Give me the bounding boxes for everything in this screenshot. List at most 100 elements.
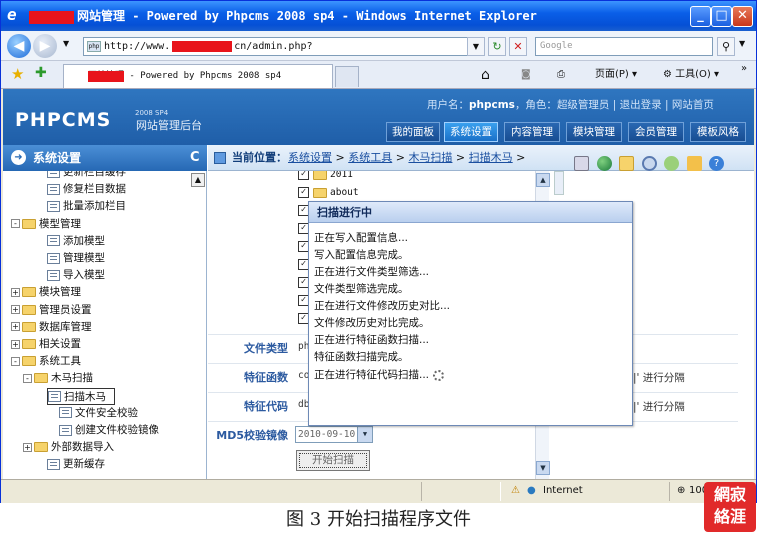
dialog-line: 正在进行文件修改历史对比... <box>314 300 451 312</box>
logout-link[interactable]: 退出登录 <box>620 99 662 111</box>
new-tab-button[interactable] <box>335 66 359 87</box>
md5-select[interactable]: 2010-09-10 ▼ <box>295 426 373 443</box>
collapse-icon[interactable]: - <box>11 356 20 366</box>
refresh-icon[interactable]: ↻ <box>488 37 506 56</box>
breadcrumb-system-tools[interactable]: 系统工具 <box>348 151 392 164</box>
feature-code-note: |' 进行分隔 <box>633 401 685 413</box>
sidebar-item[interactable]: 修复栏目数据 <box>47 181 126 198</box>
scroll-up-icon[interactable]: ▲ <box>536 173 550 187</box>
menu-system-settings[interactable]: 系统设置 <box>444 122 498 142</box>
loading-spinner-icon <box>433 369 445 381</box>
role: 超级管理员 <box>556 99 610 111</box>
search-icon[interactable]: ⚲ <box>717 37 735 56</box>
back-button[interactable]: ◀ <box>7 34 31 58</box>
collapse-icon[interactable]: - <box>23 373 32 383</box>
history-dropdown-icon[interactable]: ▼ <box>63 39 69 48</box>
sidebar-item[interactable]: + 管理员设置 <box>11 302 92 319</box>
start-scan-button[interactable]: 开始扫描 <box>296 450 370 471</box>
sidebar-item[interactable]: 文件安全校验 <box>59 405 138 422</box>
breadcrumb-system-settings[interactable]: 系统设置 <box>288 151 332 164</box>
checkbox-icon[interactable]: ✓ <box>298 187 309 198</box>
sidebar-item-label: 扫描木马 <box>64 390 106 403</box>
expand-icon[interactable]: + <box>23 442 32 452</box>
menu-templates[interactable]: 模板风格 <box>690 122 746 142</box>
checkbox-icon[interactable]: ✓ <box>298 171 309 180</box>
sidebar-item-label: 管理模型 <box>63 252 105 264</box>
md5-label: MD5校验镜像 <box>216 429 288 442</box>
tools-icon[interactable] <box>664 155 679 171</box>
sidebar-item-label: 管理员设置 <box>39 303 92 316</box>
sidebar-item[interactable]: + 相关设置 <box>11 336 81 353</box>
help-icon[interactable]: ? <box>709 155 724 171</box>
page-icon <box>47 200 60 212</box>
dialog-line: 特征函数扫描完成。 <box>314 351 409 363</box>
sidebar-item[interactable]: + 外部数据导入 <box>23 439 114 456</box>
menu-modules[interactable]: 模块管理 <box>566 122 622 142</box>
ie-window: e 网站管理 - Powered by Phpcms 2008 sp4 - Wi… <box>0 0 757 503</box>
page-menu[interactable]: 页面(P) ▾ <box>595 65 637 85</box>
menu-members[interactable]: 会员管理 <box>628 122 684 142</box>
dialog-line: 写入配置信息完成。 <box>314 249 409 261</box>
mail-icon[interactable] <box>574 155 589 171</box>
expand-icon[interactable]: + <box>11 339 20 349</box>
sidebar-item[interactable]: 批量添加栏目 <box>47 198 126 215</box>
menu-content[interactable]: 内容管理 <box>504 122 560 142</box>
notepad-icon[interactable] <box>686 155 702 171</box>
expand-icon[interactable]: + <box>11 322 20 332</box>
sidebar-item[interactable]: 更新栏目缓存 <box>47 171 126 181</box>
stop-icon[interactable]: ✕ <box>509 37 527 56</box>
maximize-button[interactable]: □ <box>711 6 732 27</box>
search-input[interactable]: Google <box>535 37 713 56</box>
breadcrumb-trojan-scan[interactable]: 木马扫描 <box>408 151 452 164</box>
address-text: http://www. <box>104 41 171 52</box>
sidebar-item[interactable]: + 模块管理 <box>11 284 81 301</box>
forward-button[interactable]: ▶ <box>33 34 57 58</box>
folder-icon <box>313 187 327 198</box>
sidebar-item[interactable]: 扫描木马 <box>47 387 115 405</box>
folder-icon[interactable] <box>619 155 634 171</box>
sidebar-item[interactable]: 更新缓存 <box>47 456 105 473</box>
sidebar-item[interactable]: - 木马扫描 <box>23 370 93 387</box>
tab-current[interactable]: 网站管理 - Powered by Phpcms 2008 sp4 <box>63 64 333 88</box>
sidebar-item[interactable]: 创建文件校验镜像 <box>59 422 159 439</box>
search-tool-icon[interactable] <box>641 155 657 171</box>
expand-icon[interactable]: + <box>11 305 20 315</box>
favorites-star-icon[interactable]: ★ <box>11 65 24 83</box>
window-icon <box>214 152 226 164</box>
phpcms-logo: PHPCMS <box>15 109 112 131</box>
close-button[interactable]: ✕ <box>732 6 753 27</box>
file-row-2011[interactable]: ✓ 2011 <box>298 171 353 184</box>
zoom-icon[interactable]: ⊕ <box>677 480 685 502</box>
feeds-icon[interactable]: ◙ <box>521 65 531 85</box>
tools-menu[interactable]: ⚙ 工具(O) ▾ <box>663 65 719 85</box>
home-icon[interactable]: ⌂ <box>481 65 490 85</box>
address-input[interactable]: php http://www. cn/admin.php? <box>83 37 485 56</box>
breadcrumb-scan-trojan[interactable]: 扫描木马 <box>469 151 513 164</box>
sidebar-item[interactable]: - 系统工具 <box>11 353 81 370</box>
site-home-link[interactable]: 网站首页 <box>672 99 714 111</box>
sidebar-item[interactable]: 添加模型 <box>47 233 105 250</box>
menu-my-panel[interactable]: 我的面板 <box>386 122 440 142</box>
tree-scroll-up-icon[interactable]: ▲ <box>191 173 205 187</box>
sidebar-item[interactable]: 管理模型 <box>47 250 105 267</box>
file-row-about[interactable]: ✓ about <box>298 185 359 202</box>
print-icon[interactable]: ⎙ <box>557 65 565 85</box>
expand-icon[interactable]: + <box>11 287 20 297</box>
sidebar-item[interactable]: 导入模型 <box>47 267 105 284</box>
internet-globe-icon: ● <box>527 485 536 496</box>
sidebar-refresh-icon[interactable]: C <box>190 145 200 171</box>
file-list-scrollbar[interactable] <box>554 171 564 195</box>
page-icon <box>59 407 72 419</box>
sidebar-item-label: 模型管理 <box>39 217 81 230</box>
minimize-button[interactable]: _ <box>690 6 711 27</box>
add-favorites-icon[interactable]: ✚ <box>35 65 47 81</box>
sidebar-item[interactable]: - 模型管理 <box>11 216 81 233</box>
more-chevron-icon[interactable]: » <box>741 59 747 79</box>
address-dropdown-icon[interactable]: ▼ <box>467 37 485 56</box>
sidebar-item[interactable]: + 数据库管理 <box>11 319 92 336</box>
ie-logo-icon: e <box>7 5 17 24</box>
globe-icon[interactable] <box>596 155 612 171</box>
search-options-icon[interactable]: ▼ <box>739 39 745 48</box>
collapse-icon[interactable]: - <box>11 219 20 229</box>
scroll-down-icon[interactable]: ▼ <box>536 461 550 475</box>
